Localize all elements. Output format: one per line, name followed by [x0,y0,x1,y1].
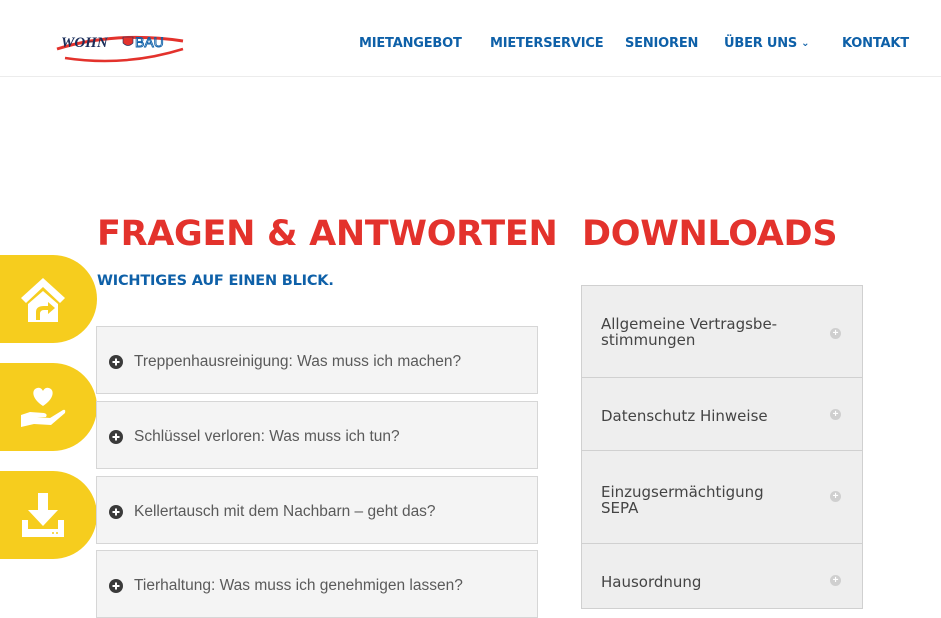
hand-heart-icon [21,387,66,427]
nav-mietangebot[interactable]: MIETANGEBOT [359,36,462,51]
faq-question: Kellertausch mit dem Nachbarn – geht das… [134,503,436,520]
download-label-line: stimmungen [601,331,696,349]
plus-dot-icon: + [830,575,841,586]
download-item-vertragsbestimmungen[interactable]: Allgemeine Vertragsbe- stimmungen + [581,285,863,378]
side-tab-download[interactable] [0,471,97,559]
svg-text:WOHN: WOHN [61,35,109,51]
download-label-line: Einzugsermächtigung [601,483,764,501]
download-label-line: Allgemeine Vertragsbe- [601,315,778,333]
download-label: Datenschutz Hinweise [601,408,801,424]
side-tab-home[interactable] [0,255,97,343]
logo[interactable]: WOHN BAU [55,27,195,63]
download-item-datenschutz[interactable]: Datenschutz Hinweise + [581,377,863,451]
download-label: Hausordnung [601,574,801,590]
faq-question: Schlüssel verloren: Was muss ich tun? [134,428,400,445]
downloads-title: DOWNLOADS [582,214,838,254]
plus-dot-icon: + [830,409,841,420]
nav-senioren[interactable]: SENIOREN [625,36,698,51]
plus-dot-icon: + [830,491,841,502]
svg-text:BAU: BAU [135,34,164,50]
download-icon [22,493,64,537]
download-item-hausordnung[interactable]: Hausordnung + [581,543,863,609]
plus-circle-icon [109,430,123,444]
plus-circle-icon [109,579,123,593]
faq-title: FRAGEN & ANTWORTEN [97,214,558,254]
download-label: Allgemeine Vertragsbe- stimmungen [601,316,801,348]
download-label-line: Datenschutz Hinweise [601,407,768,425]
chevron-down-icon: ⌄ [801,38,810,49]
faq-question: Treppenhausreinigung: Was muss ich mache… [134,353,462,370]
faq-question: Tierhaltung: Was muss ich genehmigen las… [134,577,463,594]
plus-dot-icon: + [830,328,841,339]
faq-item-treppenhaus[interactable]: Treppenhausreinigung: Was muss ich mache… [96,326,538,394]
site-header: WOHN BAU MIETANGEBOT MIETERSERVICE SENIO… [0,0,941,77]
faq-item-schluessel[interactable]: Schlüssel verloren: Was muss ich tun? [96,401,538,469]
faq-subtitle: WICHTIGES AUF EINEN BLICK. [97,273,334,289]
download-label-line: Hausordnung [601,573,702,591]
plus-circle-icon [109,505,123,519]
plus-circle-icon [109,355,123,369]
download-label-line: SEPA [601,499,639,517]
nav-kontakt[interactable]: KONTAKT [842,36,909,51]
nav-mieterservice[interactable]: MIETERSERVICE [490,36,604,51]
nav-ueber-uns[interactable]: ÜBER UNS ⌄ [724,36,809,51]
nav-ueber-uns-label: ÜBER UNS [724,36,798,51]
home-icon [21,278,65,322]
logo-icon: WOHN BAU [56,34,184,63]
download-item-sepa[interactable]: Einzugsermächtigung SEPA + [581,450,863,544]
faq-item-tierhaltung[interactable]: Tierhaltung: Was muss ich genehmigen las… [96,550,538,618]
faq-item-kellertausch[interactable]: Kellertausch mit dem Nachbarn – geht das… [96,476,538,544]
download-label: Einzugsermächtigung SEPA [601,484,801,516]
side-tab-care[interactable] [0,363,97,451]
